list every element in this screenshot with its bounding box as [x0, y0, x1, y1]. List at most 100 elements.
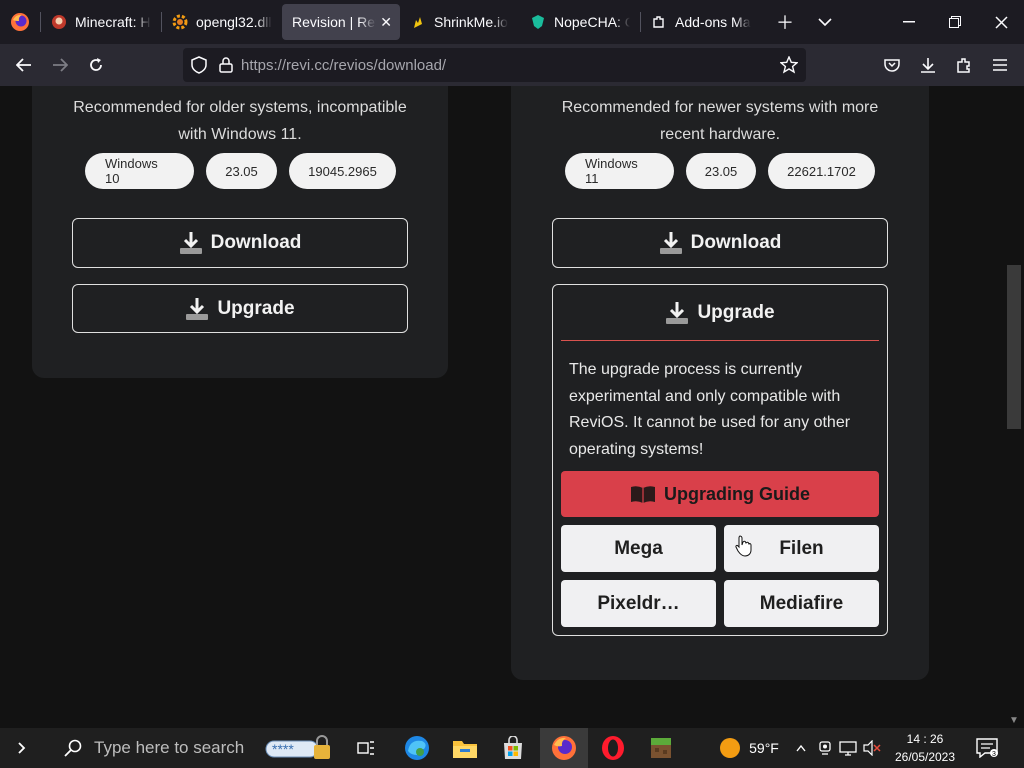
- scrollbar-thumb[interactable]: [1007, 265, 1021, 429]
- page-scrollbar[interactable]: ▼: [1004, 86, 1024, 728]
- clock-date: 26/05/2023: [894, 750, 956, 764]
- gear-favicon-icon: [172, 14, 188, 30]
- pocket-icon[interactable]: [874, 47, 910, 83]
- build-pill: 22621.1702: [768, 153, 875, 189]
- tab-label: Add-ons Man: [675, 14, 751, 30]
- page-content: Recommended for older systems, incompati…: [0, 86, 1004, 728]
- card-description: Recommended for newer systems with more …: [561, 99, 879, 143]
- upgrade-panel: Upgrade The upgrade process is currently…: [552, 284, 888, 636]
- task-view-icon[interactable]: [350, 728, 382, 768]
- upgrading-guide-button[interactable]: Upgrading Guide: [561, 471, 879, 517]
- bookmark-star-icon[interactable]: [780, 56, 798, 74]
- svg-text:****: ****: [272, 741, 294, 757]
- downloads-icon[interactable]: [910, 47, 946, 83]
- upgrade-label: Upgrade: [217, 297, 295, 319]
- tab-label: ShrinkMe.io: [434, 14, 508, 30]
- mega-mirror-button[interactable]: Mega: [561, 525, 716, 572]
- filen-label: Filen: [779, 537, 824, 559]
- tab-label: opengl32.dll (: [196, 14, 272, 30]
- pixeldrain-mirror-button[interactable]: Pixeldr…: [561, 580, 716, 627]
- temperature: 59°F: [749, 740, 779, 756]
- microsoft-store-icon[interactable]: [496, 728, 530, 768]
- opera-icon[interactable]: [596, 728, 630, 768]
- mediafire-mirror-button[interactable]: Mediafire: [724, 580, 879, 627]
- scroll-down-arrow-icon[interactable]: ▼: [1009, 715, 1019, 726]
- url-text[interactable]: https://revi.cc/revios/download/: [241, 57, 446, 74]
- windows-taskbar: Type here to search **** 59°F 14 : 26 26…: [0, 728, 1024, 768]
- minimize-window-icon[interactable]: [886, 0, 932, 44]
- list-all-tabs-icon[interactable]: [805, 0, 845, 44]
- tab-nopecha[interactable]: NopeCHA: CA: [520, 4, 640, 40]
- restore-window-icon[interactable]: [932, 0, 978, 44]
- network-icon[interactable]: [838, 728, 858, 768]
- firefox-menu-icon[interactable]: [0, 0, 40, 44]
- webcam-icon[interactable]: [816, 728, 834, 768]
- tab-opengl[interactable]: opengl32.dll (: [162, 4, 282, 40]
- tab-minecraft[interactable]: Minecraft: Ho: [41, 4, 161, 40]
- search-box[interactable]: Type here to search ****: [48, 728, 338, 768]
- close-tab-icon[interactable]: ✕: [380, 14, 392, 31]
- navigation-toolbar: https://revi.cc/revios/download/: [0, 44, 1024, 86]
- tab-revision[interactable]: Revision | Revis ✕: [282, 4, 400, 40]
- new-tab-button[interactable]: ＋: [765, 0, 805, 44]
- nopecha-favicon-icon: [530, 14, 546, 30]
- tracking-shield-icon[interactable]: [191, 56, 207, 74]
- url-path: /revios/download/: [329, 56, 447, 74]
- tray-overflow-chevron-icon[interactable]: [792, 728, 810, 768]
- hand-favicon-icon: [410, 14, 426, 30]
- divider: [561, 340, 879, 341]
- extensions-icon[interactable]: [946, 47, 982, 83]
- download-icon: [659, 231, 683, 255]
- tab-label: NopeCHA: CA: [554, 14, 630, 30]
- download-icon: [665, 301, 689, 325]
- system-clock[interactable]: 14 : 26 26/05/2023: [890, 730, 960, 766]
- upgrade-button[interactable]: Upgrade: [72, 284, 408, 333]
- back-arrow-icon[interactable]: [6, 47, 42, 83]
- padlock-icon[interactable]: [219, 57, 233, 73]
- version-pill: 23.05: [206, 153, 277, 189]
- download-label: Download: [690, 232, 782, 253]
- os-pill: Windows 11: [565, 153, 674, 189]
- sun-icon: [719, 737, 741, 759]
- version-pills: Windows 10 23.05 19045.2965: [85, 153, 396, 189]
- download-icon: [185, 297, 209, 321]
- tab-label: Minecraft: Ho: [75, 14, 151, 30]
- volume-muted-icon[interactable]: [862, 728, 882, 768]
- puzzle-favicon-icon: [651, 14, 667, 30]
- forward-arrow-icon[interactable]: [42, 47, 78, 83]
- search-icon: [64, 739, 82, 757]
- download-button[interactable]: Download: [72, 218, 408, 268]
- upgrade-toggle[interactable]: Upgrade: [553, 285, 887, 341]
- reload-icon[interactable]: [78, 47, 114, 83]
- firefox-taskbar-icon[interactable]: [540, 728, 588, 768]
- tab-addons[interactable]: Add-ons Man: [641, 4, 761, 40]
- book-icon: [630, 484, 656, 504]
- address-bar[interactable]: https://revi.cc/revios/download/: [183, 48, 806, 82]
- url-host: https://revi.cc: [241, 56, 330, 74]
- minecraft-icon[interactable]: [644, 728, 678, 768]
- hand-cursor-icon: [735, 535, 753, 557]
- version-pill: 23.05: [686, 153, 756, 189]
- os-pill: Windows 10: [85, 153, 194, 189]
- clock-time: 14 : 26: [906, 732, 944, 746]
- edge-icon[interactable]: [400, 728, 434, 768]
- build-pill: 19045.2965: [289, 153, 396, 189]
- upgrade-warning-text: The upgrade process is currently experim…: [569, 361, 851, 458]
- search-placeholder: Type here to search: [94, 738, 245, 757]
- guide-label: Upgrading Guide: [664, 483, 810, 504]
- version-pills: Windows 11 23.05 22621.1702: [565, 153, 875, 189]
- card-description: Recommended for older systems, incompati…: [73, 99, 407, 143]
- notifications-icon[interactable]: 3: [972, 728, 1002, 768]
- tab-shrinkme[interactable]: ShrinkMe.io: [400, 4, 520, 40]
- close-window-icon[interactable]: [978, 0, 1024, 44]
- tab-bar: Minecraft: Ho opengl32.dll ( Revision | …: [0, 0, 1024, 44]
- windows11-card: Recommended for newer systems with more …: [511, 86, 929, 680]
- download-icon: [179, 231, 203, 255]
- weather-widget[interactable]: 59°F: [716, 728, 782, 768]
- download-button[interactable]: Download: [552, 218, 888, 268]
- hamburger-menu-icon[interactable]: [982, 47, 1018, 83]
- chevron-right-icon[interactable]: [10, 728, 34, 768]
- file-explorer-icon[interactable]: [448, 728, 482, 768]
- svg-text:3: 3: [992, 751, 996, 758]
- download-label: Download: [210, 232, 302, 253]
